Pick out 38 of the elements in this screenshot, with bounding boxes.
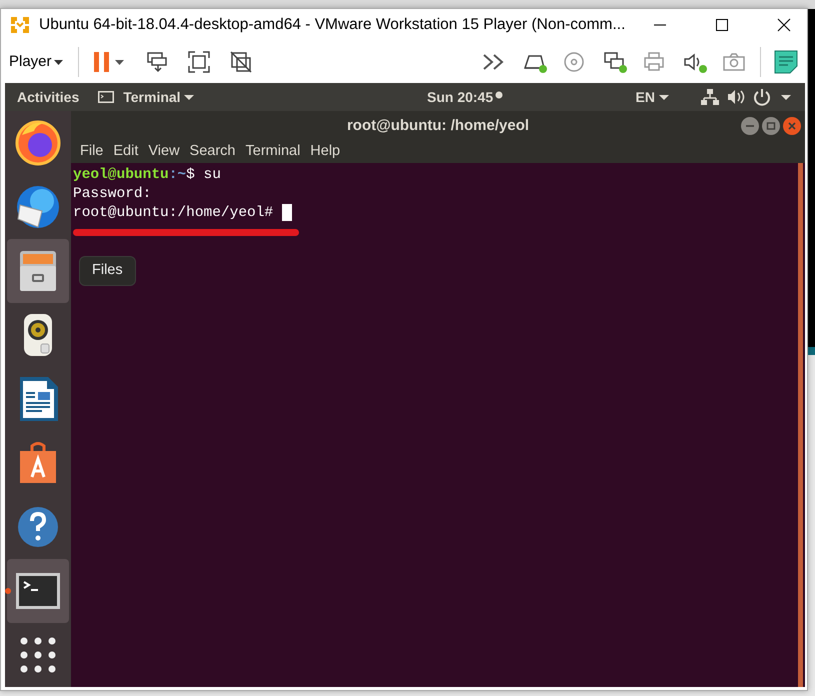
minimize-icon — [654, 24, 666, 26]
window-title: Ubuntu 64-bit-18.04.4-desktop-amd64 - VMware Workstation 15 Player (Non-comm... — [39, 15, 626, 36]
activities-button[interactable]: Activities — [17, 86, 80, 108]
power-icon — [753, 88, 771, 106]
scrollbar[interactable] — [798, 163, 803, 687]
terminal-line: Password: — [73, 185, 152, 204]
menu-item[interactable]: Search — [184, 141, 240, 163]
close-icon — [777, 18, 791, 32]
fullscreen-icon — [186, 50, 211, 74]
player-menu-button[interactable]: Player — [7, 48, 68, 76]
terminal-title: root@ubuntu: /home/yeol — [346, 116, 530, 136]
terminal-icon — [97, 90, 116, 104]
menu-item[interactable]: Edit — [108, 141, 144, 163]
vmware-logo-icon — [9, 14, 31, 36]
terminal-line: yeol@ubuntu:~$ su — [73, 166, 222, 185]
fox-logo-icon — [14, 119, 62, 167]
send-keys-icon — [144, 50, 169, 74]
menu-item[interactable]: Terminal — [240, 141, 306, 163]
clock-button[interactable]: Sun 20:45 — [426, 86, 494, 108]
menu-item[interactable]: File — [75, 141, 108, 163]
mail-icon — [14, 183, 62, 231]
minimize-button[interactable] — [741, 117, 759, 135]
language-menu[interactable]: EN — [634, 84, 675, 110]
app-menu[interactable]: Terminal — [95, 84, 199, 110]
note-icon — [773, 49, 799, 75]
menu-item[interactable]: Help — [305, 141, 346, 163]
dock-item[interactable] — [7, 559, 69, 623]
maximize-icon — [715, 18, 729, 32]
unity-icon — [228, 50, 253, 74]
tooltip: Files — [79, 256, 136, 286]
caret-icon — [112, 57, 127, 67]
dock-item[interactable] — [7, 239, 69, 303]
network-icon — [701, 89, 719, 105]
menu-item[interactable]: View — [143, 141, 185, 163]
terminal-line: root@ubuntu:/home/yeol# — [73, 204, 274, 223]
caret-icon — [52, 57, 66, 67]
volume-icon — [727, 89, 745, 105]
caret-icon — [779, 92, 793, 102]
